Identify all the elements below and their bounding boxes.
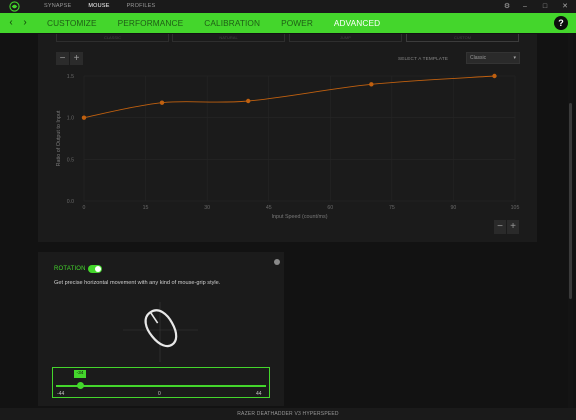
tab-performance[interactable]: PERFORMANCE <box>118 13 184 33</box>
device-status-bar: RAZER DEATHADDER V3 HYPERSPEED <box>0 408 576 420</box>
x-tick-label: 45 <box>266 205 272 211</box>
slider-value-bubble: -34 <box>74 370 86 378</box>
zoom-in-button[interactable]: + <box>507 220 519 234</box>
close-button[interactable]: ✕ <box>556 0 574 13</box>
y-tick-label: 1.0 <box>67 116 74 122</box>
x-tick-label: 30 <box>204 205 210 211</box>
x-tick-label: 15 <box>143 205 149 211</box>
rotation-panel: ROTATION Get precise horizontal movement… <box>38 252 284 406</box>
slider-handle[interactable] <box>77 382 84 389</box>
title-bar: SYNAPSE MOUSE PROFILES ⚙ – □ ✕ <box>0 0 576 13</box>
y-tick-label: 0.5 <box>67 157 74 163</box>
x-tick-label: 90 <box>451 205 457 211</box>
slider-mid-label: 0 <box>158 391 161 397</box>
x-tick-label: 75 <box>389 205 395 211</box>
zoom-controls: − + <box>494 220 519 234</box>
maximize-button[interactable]: □ <box>536 0 554 13</box>
tab-power[interactable]: POWER <box>281 13 313 33</box>
section-nav-bar: ‹ › CUSTOMIZE PERFORMANCE CALIBRATION PO… <box>0 13 576 33</box>
section-tabs: CUSTOMIZE PERFORMANCE CALIBRATION POWER … <box>47 13 401 33</box>
curve-point[interactable] <box>81 115 87 120</box>
minimize-button[interactable]: – <box>516 0 534 13</box>
curve-point[interactable] <box>492 73 497 79</box>
forward-arrow-icon[interactable]: › <box>19 13 31 33</box>
tab-advanced[interactable]: ADVANCED <box>334 13 380 33</box>
curve-chart[interactable]: 0.0 0.5 1.0 1.5 0 15 30 45 60 75 90 105 Input Speed … <box>38 34 537 242</box>
tab-customize[interactable]: CUSTOMIZE <box>47 13 97 33</box>
slider-min-label: -44 <box>57 391 65 397</box>
tab-mouse[interactable]: MOUSE <box>88 0 109 13</box>
y-tick-label: 1.5 <box>67 74 74 80</box>
tab-synapse[interactable]: SYNAPSE <box>44 0 71 13</box>
curve-point[interactable] <box>245 98 251 104</box>
y-axis-label: Ratio of Output to Input <box>56 110 62 166</box>
scrollbar-thumb[interactable] <box>569 103 572 299</box>
mouse-icon <box>144 309 178 348</box>
tab-profiles[interactable]: PROFILES <box>127 0 156 13</box>
razer-logo-icon <box>9 1 20 12</box>
settings-gear-icon[interactable]: ⚙ <box>498 0 516 13</box>
top-tabs: SYNAPSE MOUSE PROFILES <box>44 0 172 13</box>
curve-point[interactable] <box>369 82 374 87</box>
x-tick-label: 0 <box>83 205 86 211</box>
help-icon[interactable]: ? <box>554 16 568 30</box>
x-tick-label: 105 <box>511 205 520 211</box>
y-tick-label: 0.0 <box>67 199 74 205</box>
curve-point[interactable] <box>159 100 165 105</box>
x-tick-label: 60 <box>327 205 333 211</box>
slider-track[interactable] <box>56 385 266 387</box>
app-window: SYNAPSE MOUSE PROFILES ⚙ – □ ✕ ‹ › CUSTO… <box>0 0 576 420</box>
rotation-slider[interactable]: -34 -44 0 44 <box>52 367 270 398</box>
zoom-out-button[interactable]: − <box>494 220 506 234</box>
tab-calibration[interactable]: CALIBRATION <box>204 13 260 33</box>
back-arrow-icon[interactable]: ‹ <box>5 13 17 33</box>
slider-max-label: 44 <box>256 391 262 397</box>
acceleration-curve-panel: CLASSIC NATURAL JUMP CUSTOM − + SELECT A… <box>38 34 537 242</box>
x-axis-label: Input Speed (count/ms) <box>271 214 327 220</box>
